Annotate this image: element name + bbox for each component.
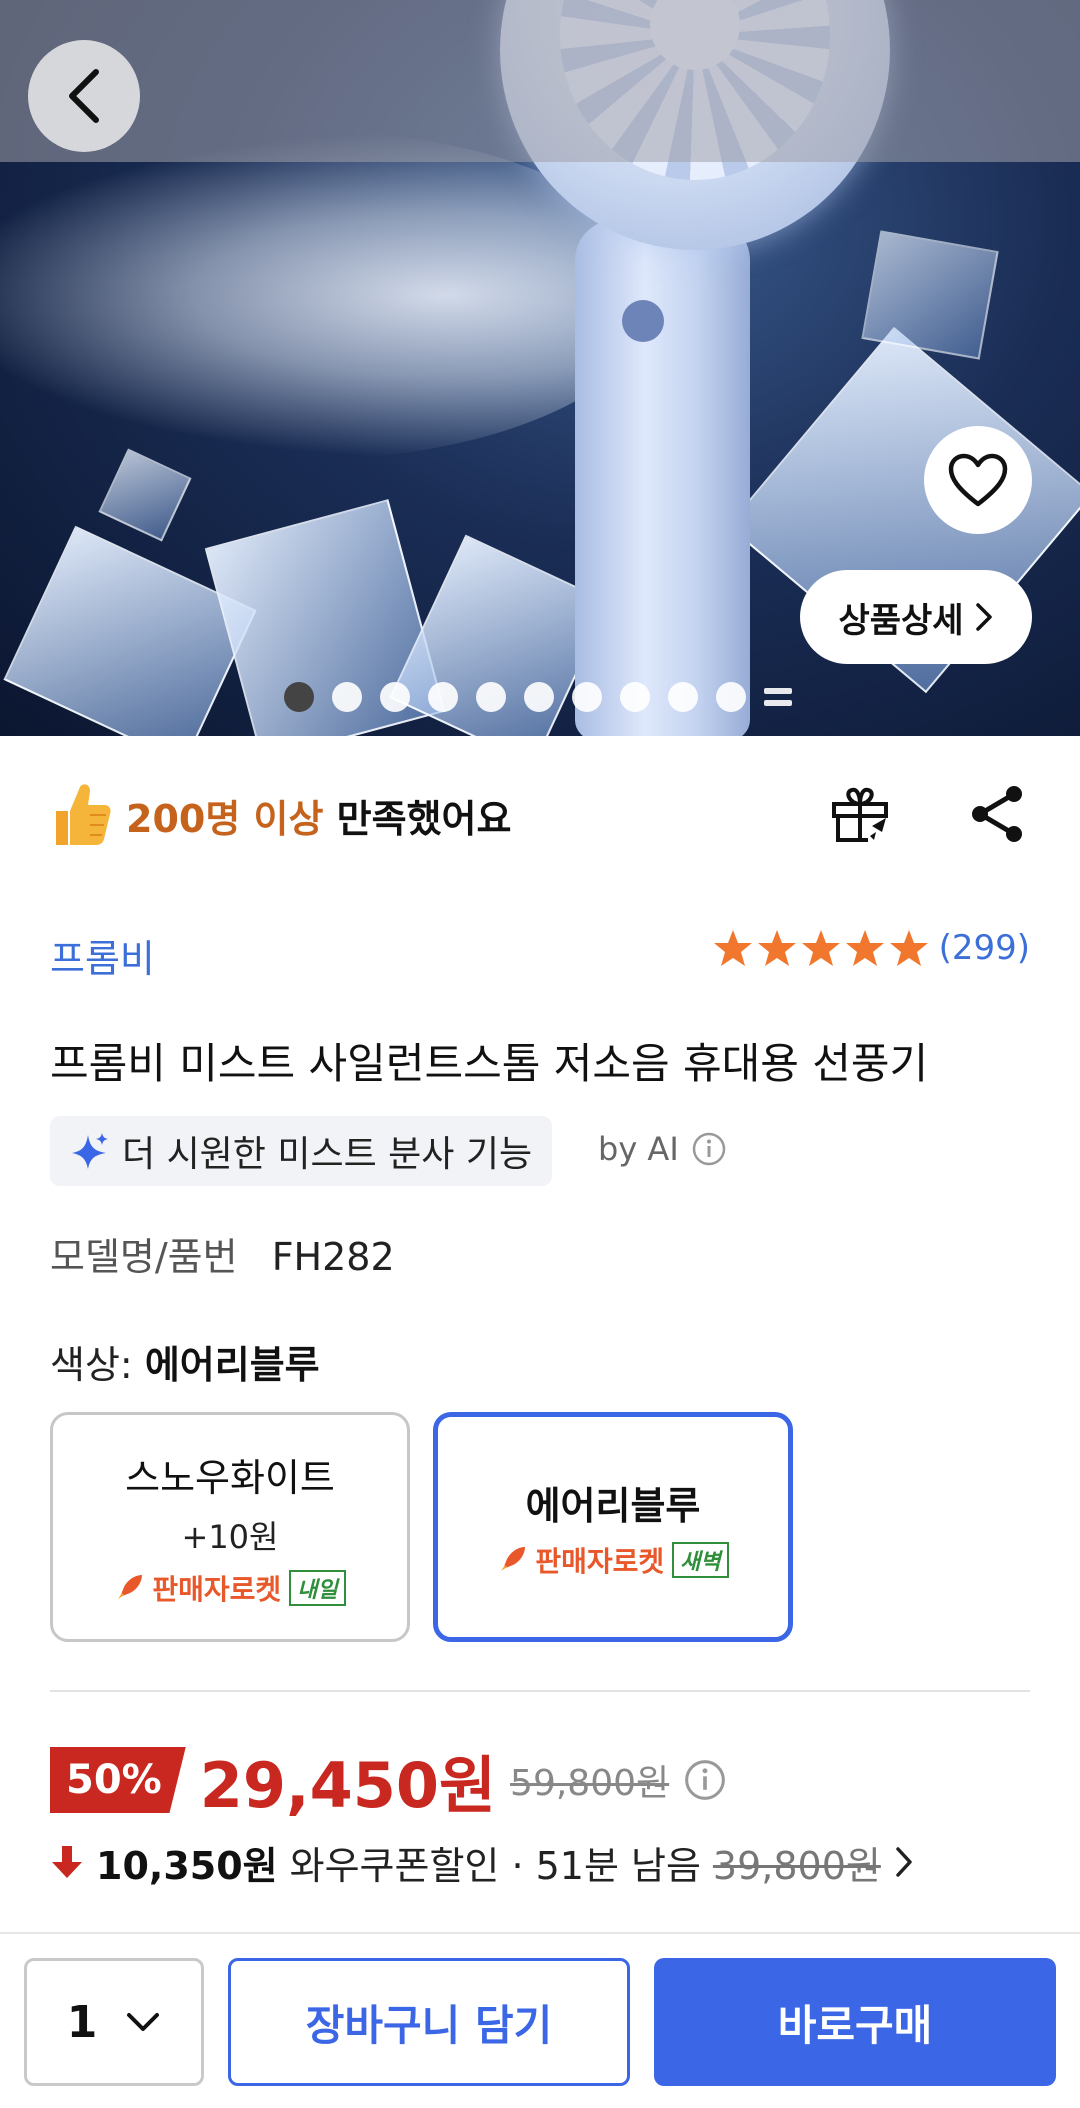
model-value: FH282 — [271, 1235, 395, 1279]
carousel-dot[interactable] — [620, 682, 650, 712]
divider — [50, 1690, 1030, 1692]
product-title: 프롬비 미스트 사일런트스톰 저소음 휴대용 선풍기 — [50, 1039, 929, 1088]
seller-rocket-badge: 판매자로켓 내일 — [114, 1568, 346, 1608]
rating-summary[interactable]: (299) — [713, 928, 1030, 968]
review-count[interactable]: (299) — [939, 928, 1030, 968]
carousel-dot[interactable] — [716, 682, 746, 712]
satisfaction-text: 200명 이상 만족했어요 — [126, 788, 511, 843]
sparkle-icon — [72, 1133, 108, 1169]
seller-rocket-label: 판매자로켓 — [535, 1544, 665, 1578]
coupon-original-price: 39,800원 — [712, 1843, 881, 1888]
satisfaction-banner: 200명 이상 만족했어요 — [50, 780, 511, 850]
rocket-icon — [501, 1546, 526, 1571]
option-price-extra: +10원 — [181, 1517, 279, 1556]
color-label: 색상: — [50, 1343, 145, 1387]
ice-cube — [861, 230, 999, 360]
chevron-right-icon — [896, 1847, 912, 1877]
color-option-snow-white[interactable]: 스노우화이트 +10원 판매자로켓 내일 — [50, 1412, 410, 1642]
chevron-left-icon — [69, 69, 99, 123]
coupon-amount: 10,350원 — [96, 1843, 278, 1888]
color-option-airy-blue[interactable]: 에어리블루 판매자로켓 새벽 — [433, 1412, 793, 1642]
ai-label-text: by AI — [598, 1130, 679, 1168]
carousel-dot[interactable] — [476, 682, 506, 712]
option-name: 스노우화이트 — [125, 1455, 335, 1500]
sale-price: 29,450원 — [199, 1749, 497, 1822]
model-info: 모델명/품번 FH282 — [50, 1226, 395, 1281]
hero-top-overlay — [0, 0, 1080, 162]
color-heading: 색상: 에어리블루 — [50, 1334, 320, 1389]
coupon-row[interactable]: 10,350원 와우쿠폰할인 · 51분 남음 39,800원 — [50, 1832, 915, 1892]
carousel-dot[interactable] — [332, 682, 362, 712]
discount-badge: 50% — [50, 1747, 186, 1813]
chevron-down-icon — [127, 2013, 160, 2031]
info-icon — [692, 1132, 725, 1166]
carousel-dot[interactable] — [428, 682, 458, 712]
price-row: 50% 29,450원 59,800원 — [50, 1740, 727, 1822]
carousel-dot[interactable] — [668, 682, 698, 712]
quantity-value: 1 — [66, 1996, 98, 2048]
carousel-dot[interactable] — [380, 682, 410, 712]
coupon-description: 와우쿠폰할인 · 51분 남음 — [289, 1843, 701, 1888]
brand-link[interactable]: 프롬비 — [50, 928, 155, 983]
ice-cube — [98, 448, 192, 542]
product-detail-button[interactable]: 상품상세 — [800, 570, 1032, 664]
ai-summary-text: 더 시원한 미스트 분사 기능 — [122, 1134, 533, 1175]
arrow-down-icon — [52, 1846, 82, 1878]
thumbs-up-icon — [56, 784, 111, 845]
heart-icon — [948, 453, 1008, 507]
delivery-tag: 새벽 — [672, 1541, 729, 1578]
delivery-tag: 내일 — [289, 1569, 346, 1606]
fan-nozzle — [622, 300, 664, 342]
rocket-icon — [118, 1574, 143, 1599]
carousel-dot[interactable] — [572, 682, 602, 712]
star-icon — [713, 930, 752, 966]
carousel-dot[interactable] — [284, 682, 314, 712]
carousel-more-icon — [764, 688, 792, 706]
product-detail-label: 상품상세 — [838, 600, 964, 641]
color-selected-value: 에어리블루 — [144, 1343, 320, 1387]
buy-now-button[interactable]: 바로구매 — [654, 1958, 1056, 2086]
info-icon[interactable] — [683, 1758, 727, 1802]
share-icon[interactable] — [966, 782, 1030, 846]
model-label: 모델명/품번 — [50, 1235, 238, 1279]
seller-rocket-badge: 판매자로켓 새벽 — [497, 1540, 729, 1580]
option-name: 에어리블루 — [525, 1483, 701, 1528]
star-icon — [889, 930, 928, 966]
ai-label[interactable]: by AI — [598, 1130, 727, 1168]
star-icon — [757, 930, 796, 966]
ai-summary-chip: 더 시원한 미스트 분사 기능 — [50, 1116, 553, 1186]
satisfaction-count: 200명 이상 — [126, 796, 324, 841]
add-to-cart-button[interactable]: 장바구니 담기 — [228, 1958, 630, 2086]
chevron-right-icon — [975, 603, 992, 631]
seller-rocket-label: 판매자로켓 — [152, 1572, 282, 1606]
gift-icon[interactable] — [828, 782, 892, 846]
star-icon — [801, 930, 840, 966]
wishlist-button[interactable] — [924, 426, 1032, 534]
original-price: 59,800원 — [510, 1763, 670, 1804]
product-image-carousel[interactable]: 상품상세 — [0, 0, 1080, 736]
carousel-indicator — [284, 682, 792, 712]
quantity-select[interactable]: 1 — [24, 1958, 204, 2086]
star-icon — [845, 930, 884, 966]
back-button[interactable] — [28, 40, 140, 152]
purchase-bar: 1 장바구니 담기 바로구매 — [0, 1932, 1080, 2108]
fan-handle — [575, 220, 750, 736]
carousel-dot[interactable] — [524, 682, 554, 712]
satisfaction-suffix: 만족했어요 — [323, 796, 512, 841]
